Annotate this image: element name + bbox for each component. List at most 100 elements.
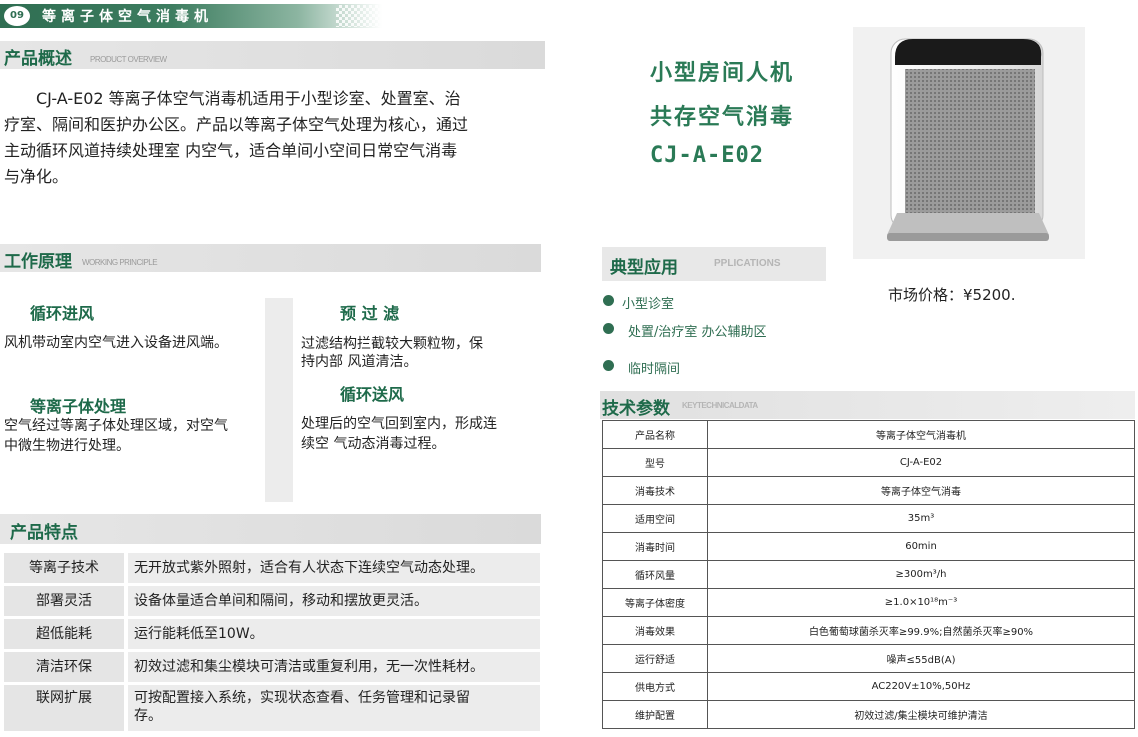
feature-value-line: 存。 <box>134 708 162 724</box>
feature-key: 部署灵活 <box>4 586 124 616</box>
hero-line: 小型房间人机 <box>650 61 795 86</box>
feature-value: 无开放式紫外照射，适合有人状态下连续空气动态处理。 <box>128 553 540 583</box>
product-image <box>853 27 1085 259</box>
spec-value: 60min <box>707 532 1135 561</box>
spec-row: 等离子体密度 ≥1.0×10¹⁸m⁻³ <box>602 588 1135 617</box>
section-number-badge: 09 <box>4 6 30 26</box>
feature-row: 联网扩展 可按配置接入系统，实现状态查看、任务管理和记录留 存。 <box>4 685 540 731</box>
feature-row: 超低能耗 运行能耗低至10W。 <box>4 619 540 649</box>
feature-value: 可按配置接入系统，实现状态查看、任务管理和记录留 存。 <box>128 685 540 731</box>
spec-row: 产品名称 等离子体空气消毒机 <box>602 420 1135 449</box>
step-title: 等离子体处理 <box>30 397 127 416</box>
spec-key: 消毒时间 <box>602 532 708 561</box>
step-desc-line: 空气经过等离子体处理区域，对空气 <box>4 418 228 434</box>
spec-key: 运行舒适 <box>602 644 708 673</box>
application-item: 小型诊室 <box>622 297 675 312</box>
specs-subtitle: KEYTECHNICALDATA <box>682 401 758 410</box>
spec-key: 消毒技术 <box>602 476 708 505</box>
spec-key: 产品名称 <box>602 420 708 449</box>
spec-value: 噪声≤55dB(A) <box>707 644 1135 673</box>
header-title: 等离子体空气消毒机 <box>42 9 213 25</box>
spec-value: 白色葡萄球菌杀灭率≥99.9%;自然菌杀灭率≥90% <box>707 616 1135 645</box>
spec-key: 适用空间 <box>602 504 708 533</box>
bullet-dot-icon <box>603 360 614 371</box>
applications-title: 典型应用 <box>610 258 678 278</box>
step-title: 循环进风 <box>30 304 95 323</box>
spec-value: 35m³ <box>707 504 1135 533</box>
feature-row: 等离子技术 无开放式紫外照射，适合有人状态下连续空气动态处理。 <box>4 553 540 583</box>
feature-key: 清洁环保 <box>4 652 124 682</box>
applications-header: 典型应用 PPLICATIONS <box>602 247 826 281</box>
overview-title: 产品概述 <box>4 49 72 69</box>
spec-key: 维护配置 <box>602 700 708 729</box>
overview-line: 与净化。 <box>4 167 69 186</box>
spec-row: 消毒效果 白色葡萄球菌杀灭率≥99.9%;自然菌杀灭率≥90% <box>602 616 1135 645</box>
feature-value: 运行能耗低至10W。 <box>128 619 540 649</box>
spec-key: 等离子体密度 <box>602 588 708 617</box>
application-item: 临时隔间 <box>628 362 681 377</box>
spec-value: 初效过滤/集尘模块可维护清洁 <box>707 700 1135 729</box>
feature-key: 等离子技术 <box>4 553 124 583</box>
features-header: 产品特点 <box>0 514 541 544</box>
spec-row: 消毒技术 等离子体空气消毒 <box>602 476 1135 505</box>
overview-text: CJ-A-E02 等离子体空气消毒机适用于小型诊室、处置室、治 疗室、隔间和医护… <box>4 86 549 190</box>
principle-header: 工作原理 WORKING PRINCIPLE <box>0 244 541 272</box>
spec-row: 运行舒适 噪声≤55dB(A) <box>602 644 1135 673</box>
spec-value: CJ-A-E02 <box>707 448 1135 477</box>
spec-row: 维护配置 初效过滤/集尘模块可维护清洁 <box>602 700 1135 729</box>
hero-line: 共存空气消毒 <box>650 105 795 130</box>
spec-key: 消毒效果 <box>602 616 708 645</box>
feature-key: 联网扩展 <box>4 685 124 731</box>
step-desc-line: 续空 气动态消毒过程。 <box>301 436 446 452</box>
step-desc-line: 处理后的空气回到室内，形成连 <box>301 416 497 432</box>
spec-key: 循环风量 <box>602 560 708 589</box>
spec-value: 等离子体空气消毒机 <box>707 420 1135 449</box>
spec-row: 循环风量 ≥300m³/h <box>602 560 1135 589</box>
spec-value: ≥300m³/h <box>707 560 1135 589</box>
features-title: 产品特点 <box>10 523 78 543</box>
step-desc: 处理后的空气回到室内，形成连 续空 气动态消毒过程。 <box>301 414 541 454</box>
checker-decoration <box>336 5 382 27</box>
spec-row: 供电方式 AC220V±10%,50Hz <box>602 672 1135 701</box>
step-desc: 过滤结构拦截较大颗粒物，保 持内部 风道清洁。 <box>301 334 541 370</box>
step-desc: 风机带动室内空气进入设备进风端。 <box>4 333 266 353</box>
spec-row: 适用空间 35m³ <box>602 504 1135 533</box>
feature-value: 初效过滤和集尘模块可清洁或重复利用，无一次性耗材。 <box>128 652 540 682</box>
principle-divider <box>265 298 293 502</box>
spec-key: 型号 <box>602 448 708 477</box>
overview-line: 主动循环风道持续处理室 内空气，适合单间小空间日常空气消毒 <box>4 141 458 160</box>
market-price: 市场价格：¥5200. <box>888 286 1016 304</box>
step-desc-line: 中微生物进行处理。 <box>4 438 130 454</box>
spec-value: AC220V±10%,50Hz <box>707 672 1135 701</box>
principle-title: 工作原理 <box>4 252 72 272</box>
spec-value: 等离子体空气消毒 <box>707 476 1135 505</box>
bullet-dot-icon <box>603 295 614 306</box>
step-desc-line: 持内部 风道清洁。 <box>301 354 418 370</box>
step-title: 预 过 滤 <box>340 304 400 323</box>
feature-value: 设备体量适合单间和隔间，移动和摆放更灵活。 <box>128 586 540 616</box>
application-item: 处置/治疗室 办公辅助区 <box>628 325 767 340</box>
overview-line: CJ-A-E02 等离子体空气消毒机适用于小型诊室、处置室、治 <box>36 89 461 108</box>
principle-subtitle: WORKING PRINCIPLE <box>82 258 158 267</box>
feature-key: 超低能耗 <box>4 619 124 649</box>
specs-table: 产品名称 等离子体空气消毒机 型号 CJ-A-E02 消毒技术 等离子体空气消毒 适用… <box>602 420 1135 729</box>
overview-header: 产品概述 PRODUCT OVERVIEW <box>0 41 545 69</box>
step-desc: 空气经过等离子体处理区域，对空气 中微生物进行处理。 <box>4 416 266 456</box>
feature-row: 部署灵活 设备体量适合单间和隔间，移动和摆放更灵活。 <box>4 586 540 616</box>
air-purifier-illustration <box>887 38 1049 241</box>
feature-value-line: 可按配置接入系统，实现状态查看、任务管理和记录留 <box>134 690 470 706</box>
step-desc-line: 风机带动室内空气进入设备进风端。 <box>4 335 228 351</box>
applications-subtitle: PPLICATIONS <box>714 258 781 269</box>
spec-row: 型号 CJ-A-E02 <box>602 448 1135 477</box>
step-desc-line: 过滤结构拦截较大颗粒物，保 <box>301 336 483 352</box>
spec-key: 供电方式 <box>602 672 708 701</box>
step-title: 循环送风 <box>340 385 405 404</box>
specs-header: 技术参数 KEYTECHNICALDATA <box>600 391 1135 419</box>
bullet-dot-icon <box>603 323 614 334</box>
hero-model: CJ-A-E02 <box>650 143 764 168</box>
spec-value: ≥1.0×10¹⁸m⁻³ <box>707 588 1135 617</box>
specs-title: 技术参数 <box>602 399 670 419</box>
feature-row: 清洁环保 初效过滤和集尘模块可清洁或重复利用，无一次性耗材。 <box>4 652 540 682</box>
spec-row: 消毒时间 60min <box>602 532 1135 561</box>
overview-subtitle: PRODUCT OVERVIEW <box>90 55 167 64</box>
